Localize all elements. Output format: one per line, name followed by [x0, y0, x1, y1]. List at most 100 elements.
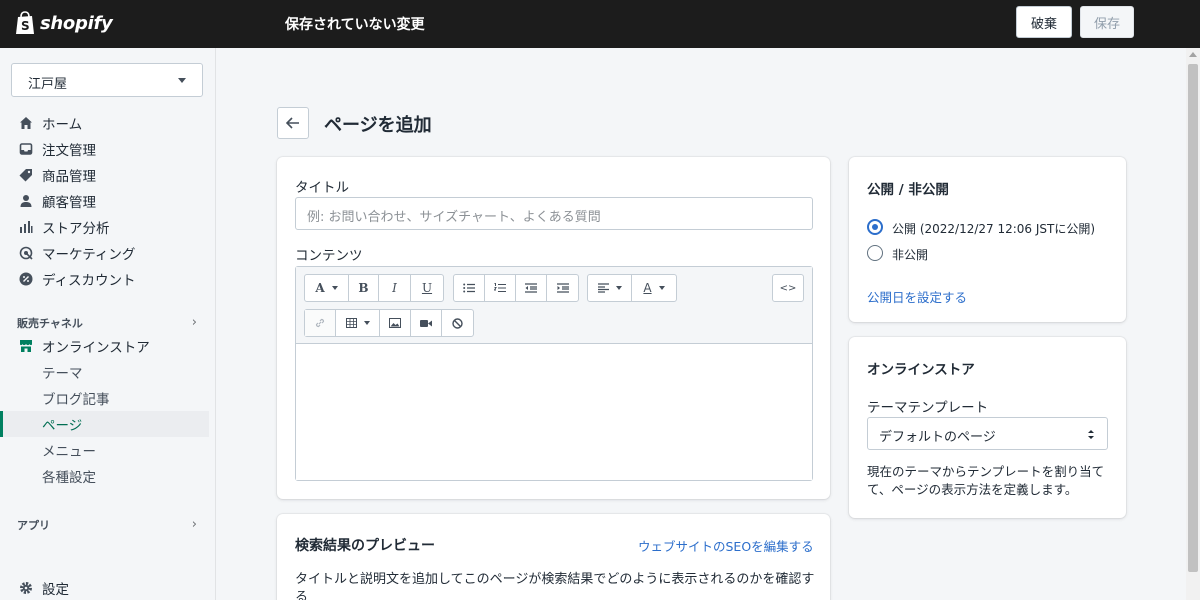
- underline-button[interactable]: U: [411, 275, 443, 301]
- save-button[interactable]: 保存: [1080, 6, 1134, 38]
- seo-preview-heading: 検索結果のプレビュー: [295, 538, 435, 554]
- caret-down-icon: [658, 286, 665, 290]
- clear-format-button[interactable]: [442, 310, 473, 336]
- published-radio[interactable]: [867, 219, 883, 235]
- store-selector[interactable]: 江戸屋: [11, 63, 203, 97]
- scrollbar-thumb[interactable]: [1188, 64, 1198, 572]
- target-icon: [19, 246, 33, 260]
- bullet-list-button[interactable]: [454, 275, 485, 301]
- discount-icon: [19, 272, 33, 286]
- page-scrollbar[interactable]: [1186, 48, 1200, 600]
- caret-down-icon: [615, 286, 622, 290]
- insert-image-button[interactable]: [380, 310, 411, 336]
- apps-header[interactable]: アプリ ›: [17, 517, 197, 533]
- numbered-list-button[interactable]: [485, 275, 516, 301]
- title-placeholder: 例: お問い合わせ、サイズチャート、よくある質問: [307, 210, 601, 225]
- svg-text:S: S: [21, 19, 30, 33]
- link-button[interactable]: [305, 310, 336, 336]
- text-color-label: A: [643, 281, 652, 295]
- sidebar-item-analytics[interactable]: ストア分析: [0, 214, 209, 240]
- sidebar-item-orders[interactable]: 注文管理: [0, 136, 209, 162]
- text-format-group: A B I U: [304, 274, 444, 302]
- content-label: コンテンツ: [295, 248, 363, 264]
- gear-icon: [20, 582, 32, 594]
- sidebar: 江戸屋 ホーム 注文管理 商品管理 顧客管理 ストア分析 マーケティング ディス…: [0, 48, 216, 600]
- sidebar-subitem-themes[interactable]: テーマ: [0, 359, 209, 385]
- theme-template-value: デフォルトのページ: [879, 430, 996, 445]
- insert-group: [304, 309, 474, 337]
- sidebar-item-label: ホーム: [42, 117, 83, 133]
- title-input[interactable]: 例: お問い合わせ、サイズチャート、よくある質問: [295, 197, 813, 230]
- rich-text-editor: A B I U A <>: [295, 266, 813, 481]
- sidebar-item-label: ディスカウント: [42, 273, 136, 289]
- sidebar-subitem-blog-posts[interactable]: ブログ記事: [0, 385, 209, 411]
- text-color-button[interactable]: A: [632, 275, 676, 301]
- editor-toolbar: A B I U A <>: [296, 267, 812, 344]
- outdent-button[interactable]: [516, 275, 547, 301]
- image-icon: [389, 318, 401, 328]
- sidebar-item-discounts[interactable]: ディスカウント: [0, 266, 209, 292]
- sidebar-item-settings[interactable]: 設定: [0, 575, 209, 600]
- sidebar-item-products[interactable]: 商品管理: [0, 162, 209, 188]
- shopify-logo[interactable]: S shopify: [14, 11, 113, 35]
- hidden-option-label[interactable]: 非公開: [892, 246, 928, 263]
- caret-down-icon: [363, 321, 370, 325]
- sidebar-item-home[interactable]: ホーム: [0, 110, 209, 136]
- table-icon: [345, 318, 357, 328]
- table-button[interactable]: [336, 310, 380, 336]
- italic-button[interactable]: I: [379, 275, 411, 301]
- seo-description: タイトルと説明文を追加してこのページが検索結果でどのように表示されるのかを確認す…: [295, 572, 815, 600]
- chevron-right-icon: ›: [191, 517, 197, 532]
- sidebar-subitem-navigation[interactable]: メニュー: [0, 437, 209, 463]
- discard-button[interactable]: 破棄: [1016, 6, 1072, 38]
- html-toggle-button[interactable]: <>: [773, 275, 803, 301]
- edit-seo-link[interactable]: ウェブサイトのSEOを編集する: [638, 536, 814, 555]
- unsaved-changes-title: 保存されていない変更: [285, 17, 425, 33]
- font-style-button[interactable]: A: [305, 275, 349, 301]
- align-button[interactable]: [588, 275, 632, 301]
- outdent-icon: [525, 283, 537, 293]
- sales-channels-header[interactable]: 販売チャネル ›: [17, 315, 197, 331]
- editor-body[interactable]: [296, 345, 812, 480]
- set-publish-date-link[interactable]: 公開日を設定する: [867, 287, 967, 306]
- bullet-list-icon: [463, 283, 475, 293]
- arrow-left-icon: [286, 117, 299, 129]
- logo-text: shopify: [40, 12, 113, 34]
- sidebar-item-marketing[interactable]: マーケティング: [0, 240, 209, 266]
- sidebar-item-label: マーケティング: [42, 247, 136, 263]
- bold-button[interactable]: B: [349, 275, 379, 301]
- sidebar-item-label: 設定: [42, 582, 69, 598]
- sidebar-subitem-pages[interactable]: ページ: [0, 411, 209, 437]
- theme-template-select[interactable]: デフォルトのページ: [867, 417, 1108, 450]
- bar-chart-icon: [20, 221, 33, 233]
- scroll-up-icon[interactable]: [1189, 52, 1197, 57]
- numbered-list-icon: [494, 283, 506, 292]
- clear-format-icon: [452, 317, 463, 329]
- top-bar: S shopify 保存されていない変更 破棄 保存: [0, 0, 1200, 48]
- store-icon: [20, 340, 32, 352]
- list-group: [453, 274, 579, 302]
- theme-template-help: 現在のテーマからテンプレートを割り当てて、ページの表示方法を定義します。: [867, 464, 1105, 497]
- page-title: ページを追加: [324, 115, 432, 136]
- indent-icon: [556, 283, 569, 293]
- sidebar-item-online-store[interactable]: オンラインストア: [0, 333, 209, 359]
- sidebar-subitem-preferences[interactable]: 各種設定: [0, 463, 209, 489]
- published-option-label[interactable]: 公開 (2022/12/27 12:06 JSTに公開): [892, 220, 1095, 237]
- sidebar-item-label: 顧客管理: [42, 195, 96, 211]
- chevron-right-icon: ›: [191, 315, 197, 330]
- align-left-icon: [597, 283, 609, 293]
- hidden-radio[interactable]: [867, 245, 883, 261]
- back-button[interactable]: [277, 107, 309, 139]
- online-store-heading: オンラインストア: [867, 362, 975, 378]
- sidebar-item-label: ストア分析: [42, 221, 110, 237]
- caret-down-icon: [331, 286, 338, 290]
- sidebar-item-label: 商品管理: [42, 169, 96, 185]
- theme-template-label: テーマテンプレート: [867, 400, 989, 416]
- alignment-color-group: A: [587, 274, 677, 302]
- indent-button[interactable]: [547, 275, 578, 301]
- video-icon: [420, 319, 432, 327]
- sidebar-item-label: 注文管理: [42, 143, 96, 159]
- shopping-bag-icon: S: [16, 11, 34, 34]
- sidebar-item-customers[interactable]: 顧客管理: [0, 188, 209, 214]
- insert-video-button[interactable]: [411, 310, 442, 336]
